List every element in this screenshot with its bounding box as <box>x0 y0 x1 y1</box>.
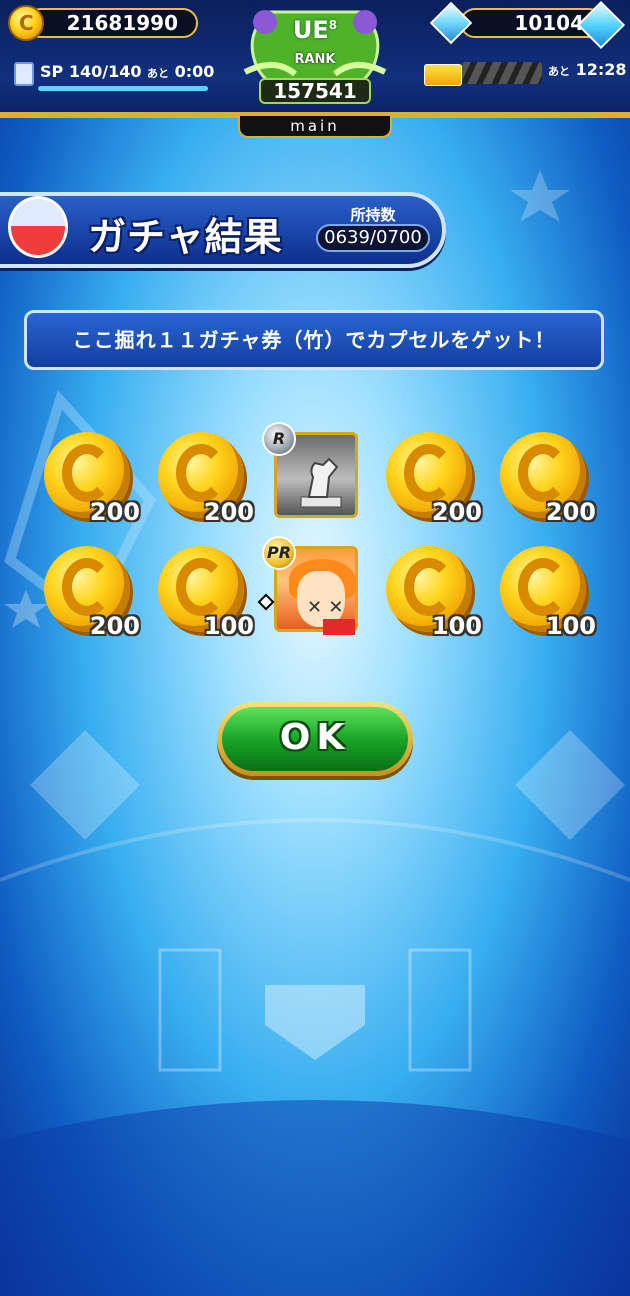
result-message: ここ掘れ１１ガチャ券（竹）でカプセルをゲット！ <box>24 310 604 370</box>
reward-amount: 100 <box>431 612 482 640</box>
reward-amount: 200 <box>203 498 254 526</box>
rank-tier: 8 <box>328 18 338 32</box>
reward-coin-5: 200 <box>40 544 140 640</box>
reward-item-r[interactable]: R <box>262 422 364 526</box>
reward-amount: 200 <box>89 498 140 526</box>
knocked-out-eyes-icon: ✕ ✕ <box>307 597 344 618</box>
stamina-timer-value: 12:28 <box>575 60 627 79</box>
coin-icon: C <box>8 5 44 41</box>
rank-grade: UE8 <box>290 16 340 44</box>
stamina-timer: あと 12:28 <box>548 60 627 79</box>
stamina-icon <box>424 64 462 86</box>
reward-coin-3: 200 <box>382 430 482 526</box>
owned-value: 0639/0700 <box>316 224 430 252</box>
sp-ticket-icon <box>14 62 34 86</box>
ok-button[interactable]: OK <box>217 702 413 776</box>
reward-coin-6: 100 <box>154 544 254 640</box>
sp-progress-bar <box>38 86 208 91</box>
rank-grade-text: UE <box>292 16 329 44</box>
sp-status: SP 140/140 あと 0:00 <box>40 62 214 81</box>
reward-coin-2: 200 <box>154 430 254 526</box>
rarity-badge: PR <box>262 536 296 570</box>
reward-amount: 100 <box>203 612 254 640</box>
reward-coin-1: 200 <box>40 430 140 526</box>
stamina-until-label: あと <box>548 65 570 78</box>
rank-badge[interactable]: UE8 RANK 157541 <box>235 2 395 114</box>
deck-tab-main[interactable]: main <box>238 116 392 138</box>
rarity-badge: R <box>262 422 296 456</box>
reward-character-pr[interactable]: ✕ ✕ PR <box>257 536 364 640</box>
owned-count: 所持数 0639/0700 <box>316 204 430 252</box>
item-statue-icon <box>300 457 342 508</box>
rank-label: RANK <box>294 52 336 67</box>
coin-counter: 21681990 <box>26 8 198 38</box>
page-title: ガチャ結果 <box>88 215 283 259</box>
sp-value: 140/140 <box>68 62 142 81</box>
sp-until-label: あと <box>147 67 170 80</box>
sp-label: SP <box>40 62 64 81</box>
reward-coin-8: 100 <box>496 544 596 640</box>
character-uniform <box>323 619 355 635</box>
stamina-gauge <box>462 62 542 84</box>
reward-amount: 200 <box>89 612 140 640</box>
sp-timer: 0:00 <box>174 62 215 81</box>
reward-coin-4: 200 <box>496 430 596 526</box>
owned-label: 所持数 <box>350 206 396 224</box>
reward-amount: 200 <box>431 498 482 526</box>
reward-amount: 200 <box>545 498 596 526</box>
rank-points: 157541 <box>259 78 371 104</box>
sp-progress-fill <box>38 86 208 91</box>
reward-coin-7: 100 <box>382 544 482 640</box>
gem-shop-icon[interactable] <box>429 1 473 45</box>
top-status-bar: 21681990 C 10104 SP 140/140 あと 0:00 あと 1… <box>0 0 630 118</box>
capsule-icon <box>8 196 68 258</box>
ok-button-label: OK <box>222 707 408 771</box>
reward-amount: 100 <box>545 612 596 640</box>
